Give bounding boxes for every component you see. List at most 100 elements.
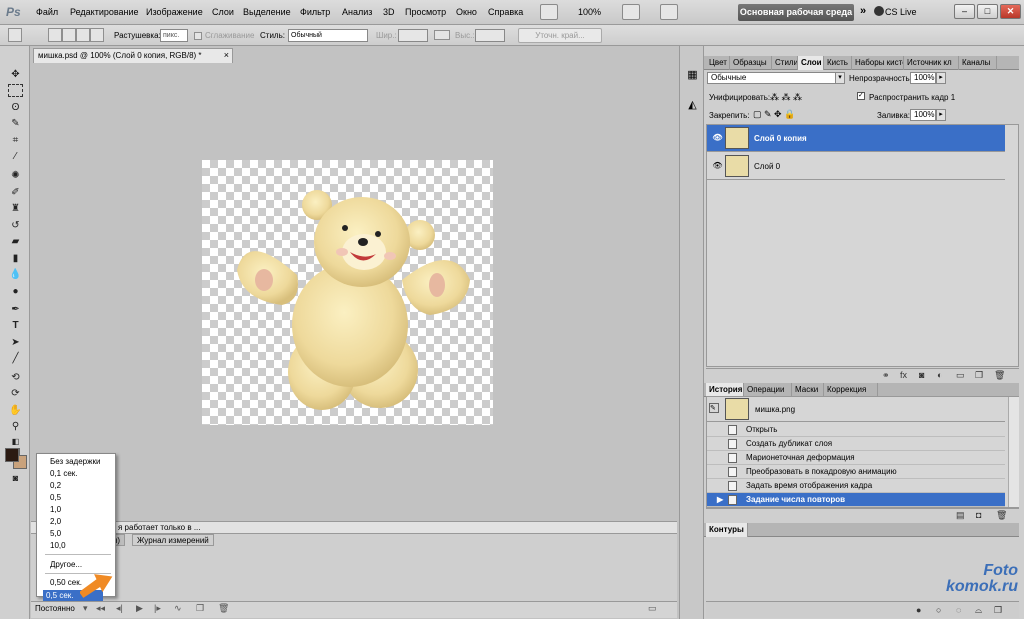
next-frame-icon[interactable]: |▸ [154,603,161,614]
maximize-button[interactable]: □ [977,4,998,19]
healing-brush-icon[interactable]: ✺ [8,169,23,182]
line-tool-icon[interactable]: ╱ [8,352,23,365]
tab-paths[interactable]: Контуры [706,523,748,537]
history-snapshot[interactable]: ✎ мишка.png [707,397,1005,422]
intersect-selection-icon[interactable] [90,28,104,42]
first-frame-icon[interactable]: ◂◂ [96,603,105,614]
extras-icon[interactable] [660,4,678,20]
clone-stamp-icon[interactable]: ♜ [8,202,23,215]
menu-edit[interactable]: Редактирование [70,7,139,17]
3d-rotate-icon[interactable]: ⟲ [8,371,23,384]
path-to-selection-icon[interactable]: ◌ [956,605,961,615]
tab-brush-presets[interactable]: Наборы кисте [852,56,904,70]
new-group-icon[interactable]: ▭ [956,370,965,381]
pen-tool-icon[interactable]: ✒ [8,303,23,316]
antialias-checkbox[interactable] [194,32,202,40]
new-path-icon[interactable]: ❐ [994,605,1002,616]
history-scrollbar[interactable] [1008,397,1019,507]
delete-frame-icon[interactable]: 🗑 [218,603,229,614]
tab-clone-source[interactable]: Источник кл [904,56,959,70]
histogram-icon[interactable]: ▦ [685,68,700,83]
tab-masks[interactable]: Маски [792,383,824,397]
layer-style-icon[interactable]: fx [900,370,907,380]
new-snapshot-icon[interactable]: ◘ [976,510,981,520]
crop-tool-icon[interactable]: ⌗ [8,134,23,147]
fill-field[interactable]: 100% [910,109,936,121]
quick-select-tool-icon[interactable]: ✎ [8,117,23,130]
default-colors-icon[interactable]: ◧ ⇆ [8,435,23,459]
feather-field[interactable]: пикс. [160,29,188,42]
arrange-icon[interactable] [622,4,640,20]
visibility-eye-icon[interactable]: 👁 [712,161,723,170]
delay-option[interactable]: Без задержки [50,457,100,466]
menu-filter[interactable]: Фильтр [300,7,330,17]
blur-tool-icon[interactable]: 💧 [8,268,23,281]
delay-option[interactable]: 1,0 [50,505,61,514]
delay-option-other[interactable]: Другое... [50,560,82,569]
subtract-selection-icon[interactable] [76,28,90,42]
new-layer-icon[interactable]: ❐ [975,370,983,381]
3d-orbit-icon[interactable]: ⟳ [8,387,23,400]
snapshot-brush-icon[interactable]: ✎ [709,403,719,413]
tab-styles[interactable]: Стили [772,56,798,70]
cs-live-button[interactable]: CS Live [885,7,917,17]
eraser-tool-icon[interactable]: ▰ [8,235,23,248]
prev-frame-icon[interactable]: ◂| [116,603,123,614]
fill-arrow-icon[interactable]: ▸ [936,109,946,121]
history-item[interactable]: Создать дубликат слоя [707,437,1005,451]
lock-icons[interactable]: ▢ ✎ ✥ 🔒 [753,109,795,120]
loop-chevron-icon[interactable]: ▾ [83,603,88,614]
path-select-icon[interactable]: ➤ [8,336,23,349]
zoom-tool-icon[interactable]: ⚲ [8,420,23,433]
add-selection-icon[interactable] [62,28,76,42]
eyedropper-tool-icon[interactable]: ⁄ [8,150,23,163]
unify-icons[interactable]: ⁂ ⁂ ⁂ [770,92,802,103]
workspace-button[interactable]: Основная рабочая среда [738,4,854,21]
width-field[interactable] [398,29,428,42]
delay-current[interactable]: 0,50 сек. [50,578,82,587]
delay-option[interactable]: 0,5 [50,493,61,502]
new-selection-icon[interactable] [48,28,62,42]
history-item[interactable]: Открыть [707,423,1005,437]
menu-analysis[interactable]: Анализ [342,7,372,17]
tab-measurement-log[interactable]: Журнал измерений [132,534,214,546]
delay-option[interactable]: 0,1 сек. [50,469,78,478]
menu-layers[interactable]: Слои [212,7,234,17]
lasso-tool-icon[interactable]: ʘ [8,101,23,114]
close-button[interactable]: ✕ [1000,4,1021,19]
marquee-tool-icon[interactable] [8,84,23,97]
opacity-arrow-icon[interactable]: ▸ [936,72,946,84]
tab-history[interactable]: История [706,383,744,397]
adjustment-layer-icon[interactable]: ◐ [937,370,942,380]
menu-select[interactable]: Выделение [243,7,291,17]
delay-option[interactable]: 0,2 [50,481,61,490]
menu-3d[interactable]: 3D [383,7,395,17]
workspace-more-button[interactable]: » [860,5,866,17]
style-select[interactable]: Обычный [288,29,368,42]
add-mask-icon[interactable]: ◙ [919,370,924,380]
swap-dimensions-icon[interactable] [434,30,450,40]
refine-edge-button[interactable]: Уточн. край... [518,28,602,43]
tab-close-icon[interactable]: × [224,50,229,60]
stroke-path-icon[interactable]: ○ [936,605,941,615]
layer-row[interactable]: 👁 Слой 0 [707,153,1005,180]
hand-tool-icon[interactable]: ✋ [8,404,23,417]
menu-window[interactable]: Окно [456,7,477,17]
tab-layers[interactable]: Слои [798,56,824,70]
menu-help[interactable]: Справка [488,7,523,17]
menu-file[interactable]: Файл [36,7,58,17]
history-item[interactable]: Марионеточная деформация [707,451,1005,465]
delete-layer-icon[interactable]: 🗑 [994,370,1005,381]
canvas[interactable] [202,160,493,425]
document-tab[interactable]: мишка.psd @ 100% (Слой 0 копия, RGB/8) *… [33,48,233,63]
dodge-tool-icon[interactable]: ● [8,285,23,298]
blend-mode-select[interactable]: Обычные [707,72,845,84]
zoom-level[interactable]: 100% [578,7,601,17]
menu-view[interactable]: Просмотр [405,7,446,17]
delete-state-icon[interactable]: 🗑 [996,510,1007,521]
tab-swatches[interactable]: Образцы [730,56,772,70]
opacity-field[interactable]: 100% [910,72,936,84]
tween-icon[interactable]: ∿ [174,603,182,614]
layer-row[interactable]: 👁 Слой 0 копия [707,125,1005,152]
tab-color[interactable]: Цвет [706,56,730,70]
